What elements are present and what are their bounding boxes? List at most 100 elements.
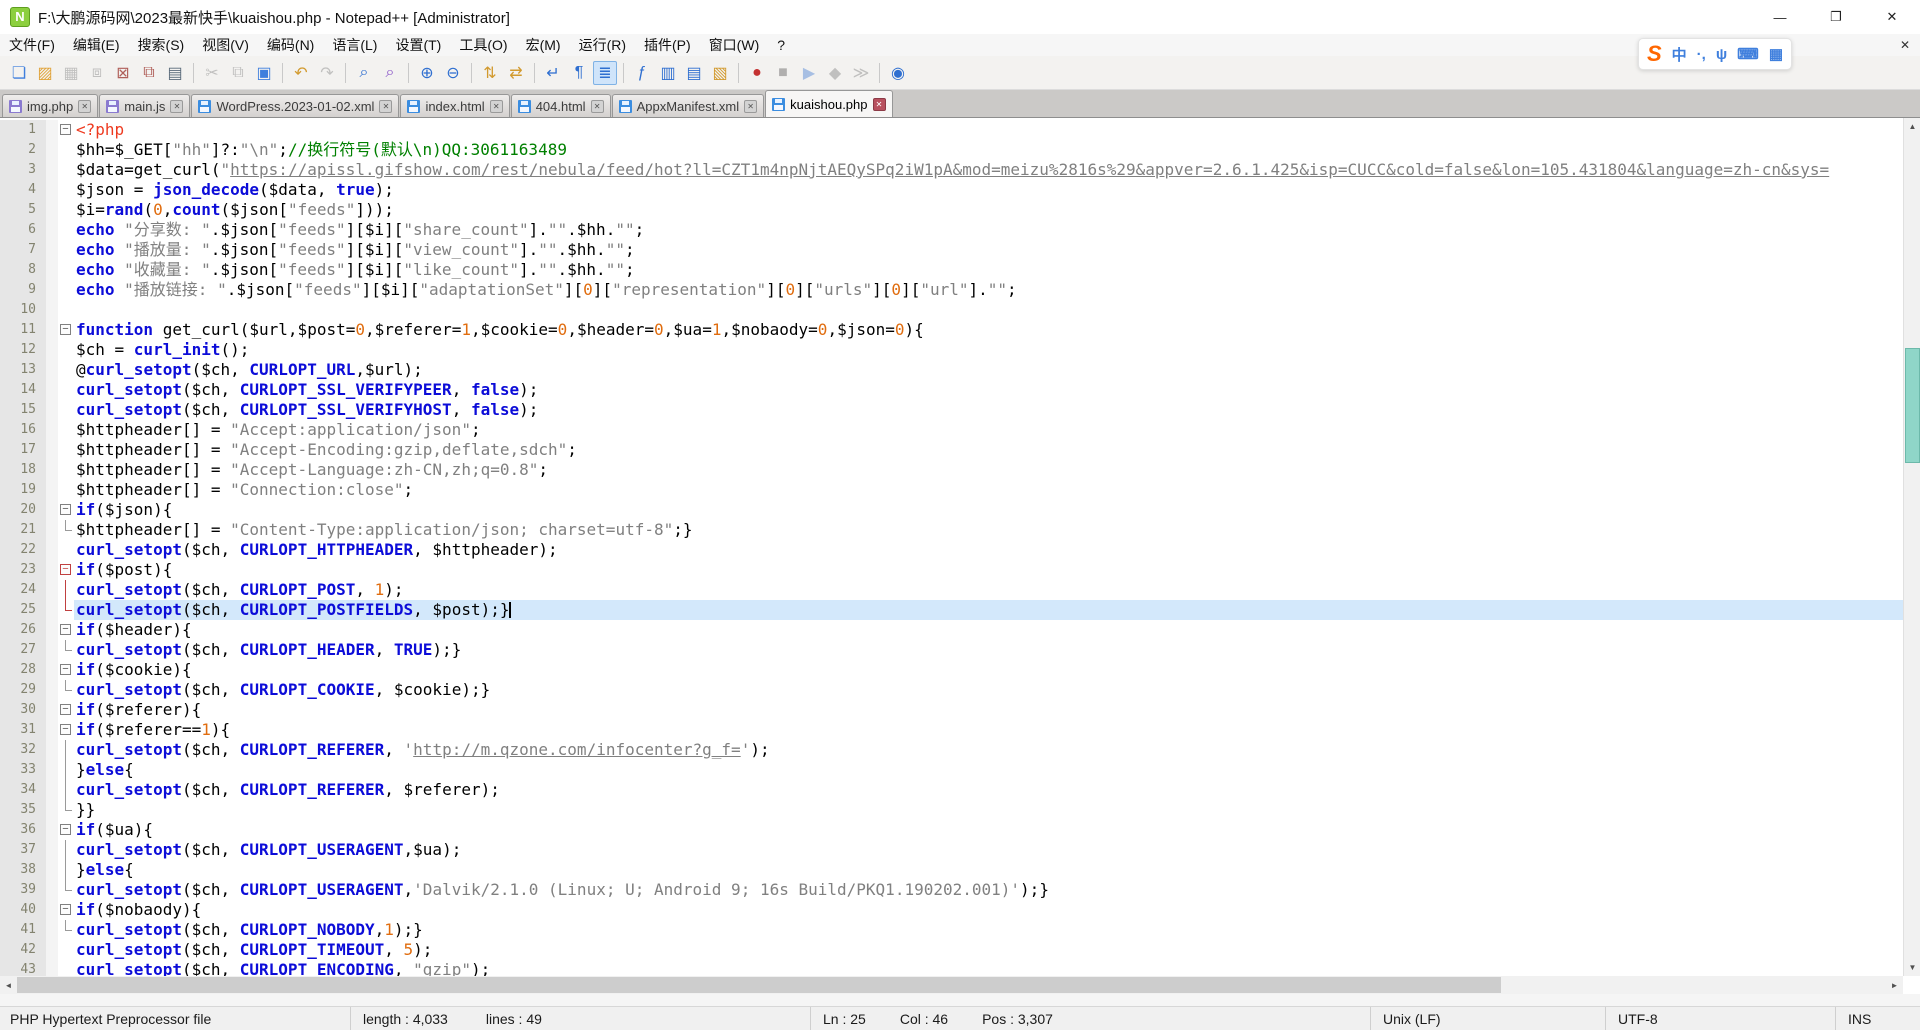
fold-margin[interactable] (58, 920, 74, 940)
function-list-button[interactable]: ƒ (630, 61, 654, 85)
code-text[interactable]: if($referer==1){ (74, 720, 1903, 740)
code-text[interactable]: echo "播放量: ".$json["feeds"][$i]["view_co… (74, 240, 1903, 260)
fold-margin[interactable] (58, 580, 74, 600)
bookmark-margin[interactable] (46, 740, 58, 760)
code-line[interactable]: 43curl_setopt($ch, CURLOPT_ENCODING, "gz… (0, 960, 1903, 976)
menu-item-4[interactable]: 视图(V) (193, 34, 258, 56)
fold-margin[interactable] (58, 740, 74, 760)
editor-lines[interactable]: 1−<?php2$hh=$_GET["hh"]?:"\n";//换行符号(默认\… (0, 120, 1903, 976)
bookmark-margin[interactable] (46, 880, 58, 900)
bookmark-margin[interactable] (46, 520, 58, 540)
code-text[interactable]: if($nobaody){ (74, 900, 1903, 920)
code-line[interactable]: 22curl_setopt($ch, CURLOPT_HTTPHEADER, $… (0, 540, 1903, 560)
fold-margin[interactable]: − (58, 660, 74, 680)
code-line[interactable]: 17$httpheader[] = "Accept-Encoding:gzip,… (0, 440, 1903, 460)
fold-margin[interactable] (58, 340, 74, 360)
bookmark-margin[interactable] (46, 240, 58, 260)
code-text[interactable]: echo "分享数: ".$json["feeds"][$i]["share_c… (74, 220, 1903, 240)
code-line[interactable]: 42curl_setopt($ch, CURLOPT_TIMEOUT, 5); (0, 940, 1903, 960)
replace-button[interactable]: ⌕ (378, 61, 402, 85)
menu-item-13[interactable]: ? (768, 34, 794, 56)
fold-margin[interactable]: − (58, 820, 74, 840)
code-line[interactable]: 3$data=get_curl("https://apissl.gifshow.… (0, 160, 1903, 180)
open-file-button[interactable]: ▨ (33, 61, 57, 85)
code-line[interactable]: 2$hh=$_GET["hh"]?:"\n";//换行符号(默认\n)QQ:30… (0, 140, 1903, 160)
word-wrap-button[interactable]: ↵ (541, 61, 565, 85)
code-text[interactable]: if($ua){ (74, 820, 1903, 840)
fold-margin[interactable] (58, 160, 74, 180)
ime-chinese-mode[interactable]: 中 (1672, 44, 1687, 65)
code-text[interactable]: $ch = curl_init(); (74, 340, 1903, 360)
fold-margin[interactable]: − (58, 560, 74, 580)
code-text[interactable]: $httpheader[] = "Content-Type:applicatio… (74, 520, 1903, 540)
ime-mic-icon[interactable]: ψ (1716, 46, 1727, 63)
fold-margin[interactable] (58, 440, 74, 460)
tab-close-icon[interactable]: ✕ (591, 100, 604, 113)
bookmark-margin[interactable] (46, 500, 58, 520)
fold-margin[interactable] (58, 760, 74, 780)
bookmark-margin[interactable] (46, 380, 58, 400)
menu-item-9[interactable]: 宏(M) (517, 34, 570, 56)
fold-collapse-icon[interactable]: − (60, 124, 71, 135)
code-line[interactable]: 10 (0, 300, 1903, 320)
fold-margin[interactable] (58, 800, 74, 820)
bookmark-margin[interactable] (46, 760, 58, 780)
code-line[interactable]: 32curl_setopt($ch, CURLOPT_REFERER, 'htt… (0, 740, 1903, 760)
menu-item-6[interactable]: 语言(L) (323, 34, 386, 56)
bookmark-margin[interactable] (46, 220, 58, 240)
fold-margin[interactable] (58, 680, 74, 700)
bookmark-margin[interactable] (46, 360, 58, 380)
fold-margin[interactable] (58, 400, 74, 420)
zoom-in-button[interactable]: ⊕ (415, 61, 439, 85)
print-button[interactable]: ▤ (163, 61, 187, 85)
bookmark-margin[interactable] (46, 920, 58, 940)
code-line[interactable]: 16$httpheader[] = "Accept:application/js… (0, 420, 1903, 440)
code-text[interactable]: <?php (74, 120, 1903, 140)
fold-margin[interactable] (58, 940, 74, 960)
code-line[interactable]: 24curl_setopt($ch, CURLOPT_POST, 1); (0, 580, 1903, 600)
bookmark-margin[interactable] (46, 940, 58, 960)
code-text[interactable]: curl_setopt($ch, CURLOPT_TIMEOUT, 5); (74, 940, 1903, 960)
tab-wordpress-xml[interactable]: WordPress.2023-01-02.xml✕ (191, 94, 399, 117)
bookmark-margin[interactable] (46, 420, 58, 440)
tab-index-html[interactable]: index.html✕ (400, 94, 509, 117)
code-line[interactable]: 36−if($ua){ (0, 820, 1903, 840)
fold-margin[interactable] (58, 280, 74, 300)
bookmark-margin[interactable] (46, 580, 58, 600)
fold-margin[interactable]: − (58, 900, 74, 920)
record-macro-button[interactable]: ● (745, 61, 769, 85)
bookmark-margin[interactable] (46, 600, 58, 620)
bookmark-margin[interactable] (46, 560, 58, 580)
bookmark-margin[interactable] (46, 160, 58, 180)
fold-margin[interactable] (58, 200, 74, 220)
code-line[interactable]: 34curl_setopt($ch, CURLOPT_REFERER, $ref… (0, 780, 1903, 800)
fold-margin[interactable] (58, 520, 74, 540)
menubar-close-icon[interactable]: ✕ (1900, 34, 1910, 56)
code-line[interactable]: 20−if($json){ (0, 500, 1903, 520)
code-text[interactable]: curl_setopt($ch, CURLOPT_POSTFIELDS, $po… (74, 600, 1903, 620)
bookmark-margin[interactable] (46, 180, 58, 200)
code-line[interactable]: 38}else{ (0, 860, 1903, 880)
bookmark-margin[interactable] (46, 720, 58, 740)
bookmark-margin[interactable] (46, 660, 58, 680)
menu-item-7[interactable]: 设置(T) (386, 34, 450, 56)
code-text[interactable]: if($header){ (74, 620, 1903, 640)
code-line[interactable]: 29curl_setopt($ch, CURLOPT_COOKIE, $cook… (0, 680, 1903, 700)
code-text[interactable]: if($json){ (74, 500, 1903, 520)
code-text[interactable]: @curl_setopt($ch, CURLOPT_URL,$url); (74, 360, 1903, 380)
code-line[interactable]: 23−if($post){ (0, 560, 1903, 580)
code-text[interactable]: curl_setopt($ch, CURLOPT_HEADER, TRUE);} (74, 640, 1903, 660)
bookmark-margin[interactable] (46, 780, 58, 800)
close-all-button[interactable]: ⧉ (137, 61, 161, 85)
code-line[interactable]: 33}else{ (0, 760, 1903, 780)
fold-margin[interactable] (58, 260, 74, 280)
bookmark-margin[interactable] (46, 120, 58, 140)
bookmark-margin[interactable] (46, 860, 58, 880)
tab-close-icon[interactable]: ✕ (490, 100, 503, 113)
bookmark-margin[interactable] (46, 700, 58, 720)
code-line[interactable]: 37curl_setopt($ch, CURLOPT_USERAGENT,$ua… (0, 840, 1903, 860)
maximize-button[interactable]: ❐ (1808, 0, 1864, 34)
code-text[interactable]: if($referer){ (74, 700, 1903, 720)
monitoring-button[interactable]: ◉ (886, 61, 910, 85)
code-line[interactable]: 40−if($nobaody){ (0, 900, 1903, 920)
